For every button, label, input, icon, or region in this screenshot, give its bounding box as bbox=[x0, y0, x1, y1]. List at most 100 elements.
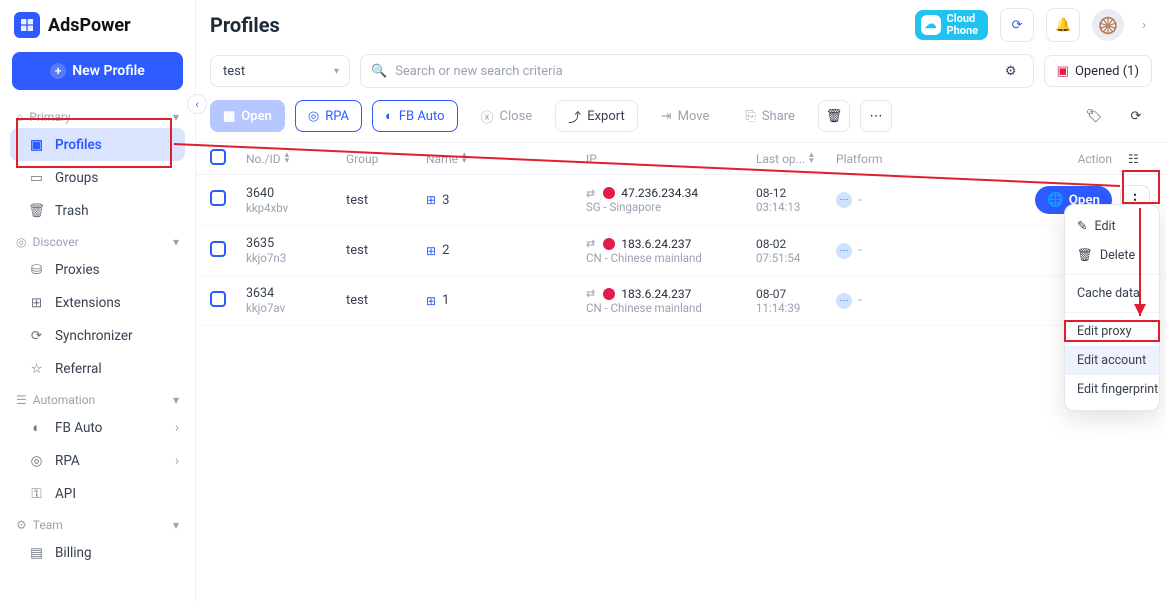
delete-button[interactable]: 🗑 bbox=[818, 100, 850, 132]
cell-group: test bbox=[346, 293, 426, 308]
menu-edit-fingerprint[interactable]: Edit fingerprint bbox=[1065, 375, 1159, 404]
sidebar-item-referral[interactable]: ☆ Referral bbox=[0, 352, 195, 385]
header-ip[interactable]: IP bbox=[586, 152, 756, 166]
share-button[interactable]: ⎘ Share bbox=[732, 100, 808, 132]
open-button[interactable]: ▦ Open bbox=[210, 100, 285, 132]
cell-name: ⊞3 bbox=[426, 193, 586, 208]
bell-icon: 🔔 bbox=[1055, 18, 1071, 33]
section-primary[interactable]: ⌂ Primary ▾ bbox=[0, 106, 195, 128]
columns-settings-button[interactable]: ☷ bbox=[1128, 152, 1152, 166]
sidebar-item-groups[interactable]: ▭ Groups bbox=[0, 161, 195, 194]
table-header: No./ID ▴▾ Group Name ▴▾ IP Last op... ▴▾… bbox=[196, 142, 1166, 175]
row-checkbox[interactable] bbox=[210, 241, 226, 257]
header-name[interactable]: Name ▴▾ bbox=[426, 152, 586, 166]
reload-button[interactable]: ⟳ bbox=[1120, 100, 1152, 132]
profiles-table: No./ID ▴▾ Group Name ▴▾ IP Last op... ▴▾… bbox=[196, 142, 1166, 326]
header-platform[interactable]: Platform bbox=[836, 152, 996, 166]
platform-icon: ⋯ bbox=[836, 243, 852, 259]
section-team[interactable]: ⚙ Team ▾ bbox=[0, 514, 195, 536]
fbauto-icon: ◐ bbox=[28, 419, 45, 436]
filter-sliders-button[interactable]: ⚙ bbox=[999, 59, 1023, 83]
menu-cache-data[interactable]: Cache data bbox=[1065, 279, 1159, 308]
menu-edit-account[interactable]: Edit account bbox=[1065, 346, 1159, 375]
group-select[interactable]: test bbox=[210, 55, 350, 87]
move-button[interactable]: ⇥ Move bbox=[648, 100, 723, 132]
header-group[interactable]: Group bbox=[346, 152, 426, 166]
sidebar-item-extensions[interactable]: ⊞ Extensions bbox=[0, 286, 195, 319]
header-last[interactable]: Last op... ▴▾ bbox=[756, 152, 836, 166]
chevron-right-icon[interactable]: › bbox=[1136, 18, 1152, 33]
gear-icon: ⚙ bbox=[16, 518, 27, 532]
sidebar-item-label: Synchronizer bbox=[55, 328, 133, 344]
cell-group: test bbox=[346, 193, 426, 208]
notifications-button[interactable]: 🔔 bbox=[1046, 8, 1080, 42]
avatar[interactable]: 🛞 bbox=[1092, 9, 1124, 41]
cell-group: test bbox=[346, 243, 426, 258]
window-icon: ▦ bbox=[223, 109, 235, 124]
windows-icon: ⊞ bbox=[426, 294, 436, 308]
close-button[interactable]: ⓧ Close bbox=[468, 100, 546, 132]
proxies-icon: ⛁ bbox=[28, 261, 45, 278]
sidebar-item-label: Trash bbox=[55, 203, 89, 219]
swap-icon: ⇄ bbox=[586, 187, 595, 200]
cell-no: 3640kkp4xbv bbox=[246, 186, 346, 215]
sidebar-item-profiles[interactable]: ▣ Profiles bbox=[10, 128, 185, 161]
refresh-button[interactable]: ⟳ bbox=[1000, 8, 1034, 42]
flag-icon bbox=[603, 288, 615, 300]
sidebar-item-fbauto[interactable]: ◐ FB Auto › bbox=[0, 411, 195, 444]
fbauto-button[interactable]: ◐ FB Auto bbox=[372, 100, 458, 132]
more-button[interactable]: ⋯ bbox=[860, 100, 892, 132]
logo-icon bbox=[14, 12, 40, 38]
brand-text: AdsPower bbox=[48, 15, 131, 36]
search-icon: 🔍 bbox=[371, 64, 387, 79]
section-automation[interactable]: ☰ Automation ▾ bbox=[0, 389, 195, 411]
cell-name: ⊞1 bbox=[426, 293, 586, 308]
sidebar-item-label: Proxies bbox=[55, 262, 100, 278]
api-icon: ⚿ bbox=[28, 485, 45, 502]
cloudphone-icon: ☁ bbox=[921, 15, 941, 35]
main: Profiles ☁ Cloud Phone ⟳ 🔔 🛞 › test 🔍 ⚙ bbox=[196, 0, 1166, 601]
menu-delete[interactable]: 🗑Delete bbox=[1065, 241, 1159, 270]
logo: AdsPower bbox=[0, 6, 195, 52]
columns-icon: ☷ bbox=[1128, 152, 1139, 166]
chevron-right-icon: › bbox=[175, 420, 179, 436]
menu-edit[interactable]: ✎Edit bbox=[1065, 211, 1159, 241]
sidebar-item-label: Billing bbox=[55, 545, 92, 561]
sidebar-item-api[interactable]: ⚿ API bbox=[0, 477, 195, 510]
cell-platform: ⋯- bbox=[836, 192, 996, 208]
opened-filter-button[interactable]: ▣ Opened (1) bbox=[1044, 55, 1152, 87]
refresh-icon: ⟳ bbox=[1012, 18, 1023, 33]
sidebar-item-trash[interactable]: 🗑 Trash bbox=[0, 194, 195, 227]
section-discover[interactable]: ◎ Discover ▾ bbox=[0, 231, 195, 253]
share-icon: ⎘ bbox=[745, 109, 755, 124]
stop-icon: ▣ bbox=[1057, 64, 1069, 79]
globe-icon: 🌐 bbox=[1047, 193, 1064, 208]
chevron-down-icon: ▾ bbox=[173, 393, 179, 407]
tags-button[interactable]: 🏷 bbox=[1078, 100, 1110, 132]
select-all-checkbox[interactable] bbox=[210, 149, 226, 165]
header-no[interactable]: No./ID ▴▾ bbox=[246, 152, 346, 166]
cell-ip: ⇄47.236.234.34SG - Singapore bbox=[586, 186, 756, 214]
chevron-down-icon: ▾ bbox=[173, 518, 179, 532]
chevron-down-icon: ▾ bbox=[173, 235, 179, 249]
rpa-button[interactable]: ◎ RPA bbox=[295, 100, 362, 132]
home-icon: ⌂ bbox=[16, 110, 23, 124]
row-checkbox[interactable] bbox=[210, 291, 226, 307]
row-checkbox[interactable] bbox=[210, 190, 226, 206]
windows-icon: ⊞ bbox=[426, 244, 436, 258]
export-button[interactable]: ⤴ Export bbox=[555, 100, 638, 132]
avatar-icon: 🛞 bbox=[1098, 16, 1118, 35]
sidebar-item-label: FB Auto bbox=[55, 420, 102, 436]
sidebar-item-rpa[interactable]: ◎ RPA › bbox=[0, 444, 195, 477]
sliders-icon: ☰ bbox=[16, 393, 27, 407]
chevron-left-icon: ‹ bbox=[195, 98, 198, 111]
cloudphone-badge[interactable]: ☁ Cloud Phone bbox=[915, 10, 989, 40]
sidebar-item-billing[interactable]: ▤ Billing bbox=[0, 536, 195, 569]
menu-edit-proxy[interactable]: Edit proxy bbox=[1065, 317, 1159, 346]
new-profile-button[interactable]: + New Profile bbox=[12, 52, 183, 90]
sidebar-collapse-button[interactable]: ‹ bbox=[187, 94, 207, 114]
sidebar-item-synchronizer[interactable]: ⟳ Synchronizer bbox=[0, 319, 195, 352]
search-input[interactable] bbox=[395, 64, 990, 79]
export-icon: ⤴ bbox=[568, 107, 581, 126]
sidebar-item-proxies[interactable]: ⛁ Proxies bbox=[0, 253, 195, 286]
